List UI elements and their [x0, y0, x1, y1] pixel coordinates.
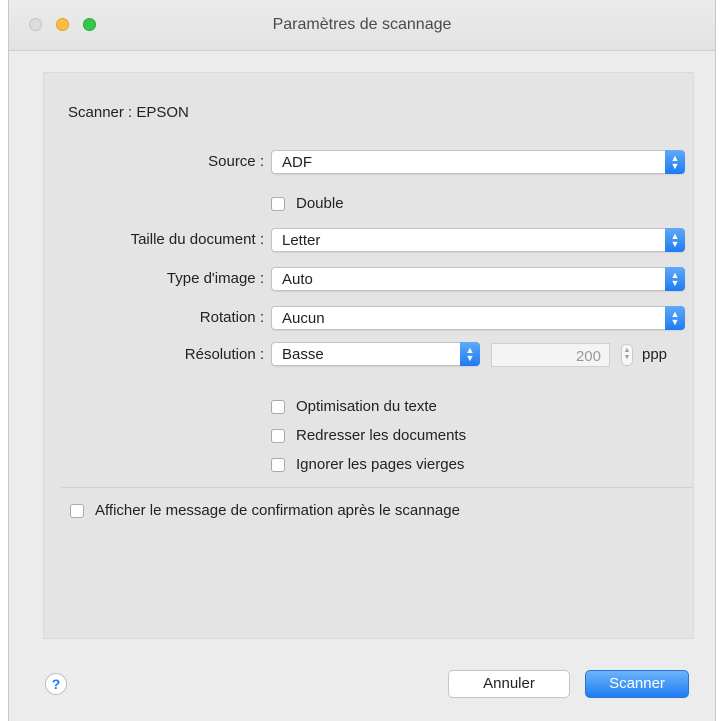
updown-chevron-icon: ▲ ▼ — [665, 150, 685, 174]
resolution-label: Résolution : — [184, 346, 264, 363]
resolution-select[interactable]: Basse ▲ ▼ — [271, 342, 480, 366]
doc-size-select[interactable]: Letter ▲ ▼ — [271, 228, 685, 252]
rotation-select[interactable]: Aucun ▲ ▼ — [271, 306, 685, 330]
window-title: Paramètres de scannage — [272, 16, 452, 33]
confirm-message-checkbox[interactable] — [70, 504, 84, 518]
deskew-label: Redresser les documents — [296, 427, 467, 444]
scan-settings-window: Paramètres de scannage Scanner : EPSON S… — [8, 0, 716, 721]
dpi-value: 200 — [575, 348, 601, 365]
dpi-unit: ppp — [642, 346, 668, 363]
text-optimization-checkbox[interactable] — [271, 400, 285, 414]
dpi-stepper[interactable]: ▲ ▼ — [621, 344, 633, 366]
confirm-message-label: Afficher le message de confirmation aprè… — [95, 502, 460, 519]
double-checkbox[interactable] — [271, 197, 285, 211]
help-icon[interactable]: ? — [45, 673, 67, 695]
updown-chevron-icon: ▲ ▼ — [665, 267, 685, 291]
updown-chevron-icon: ▲ ▼ — [460, 342, 480, 366]
skip-blank-checkbox[interactable] — [271, 458, 285, 472]
scanner-label: Scanner : EPSON — [68, 104, 189, 121]
double-label: Double — [296, 195, 344, 212]
cancel-button[interactable]: Annuler — [448, 670, 570, 698]
skip-blank-label: Ignorer les pages vierges — [296, 456, 465, 473]
deskew-checkbox[interactable] — [271, 429, 285, 443]
scan-button[interactable]: Scanner — [585, 670, 689, 698]
text-optimization-label: Optimisation du texte — [296, 398, 437, 415]
rotation-value: Aucun — [282, 310, 325, 327]
image-type-select[interactable]: Auto ▲ ▼ — [271, 267, 685, 291]
doc-size-label: Taille du document : — [130, 231, 264, 248]
image-type-label: Type d'image : — [166, 270, 264, 287]
divider — [61, 487, 693, 488]
source-label: Source : — [208, 153, 264, 170]
doc-size-value: Letter — [282, 232, 321, 249]
dpi-field[interactable]: 200 — [491, 343, 610, 367]
source-select[interactable]: ADF ▲ ▼ — [271, 150, 685, 174]
updown-chevron-icon: ▲ ▼ — [665, 306, 685, 330]
title-bar: Paramètres de scannage — [9, 0, 715, 51]
resolution-value: Basse — [282, 346, 324, 363]
image-type-value: Auto — [282, 271, 313, 288]
source-value: ADF — [282, 154, 312, 171]
rotation-label: Rotation : — [199, 309, 264, 326]
updown-chevron-icon: ▲ ▼ — [665, 228, 685, 252]
